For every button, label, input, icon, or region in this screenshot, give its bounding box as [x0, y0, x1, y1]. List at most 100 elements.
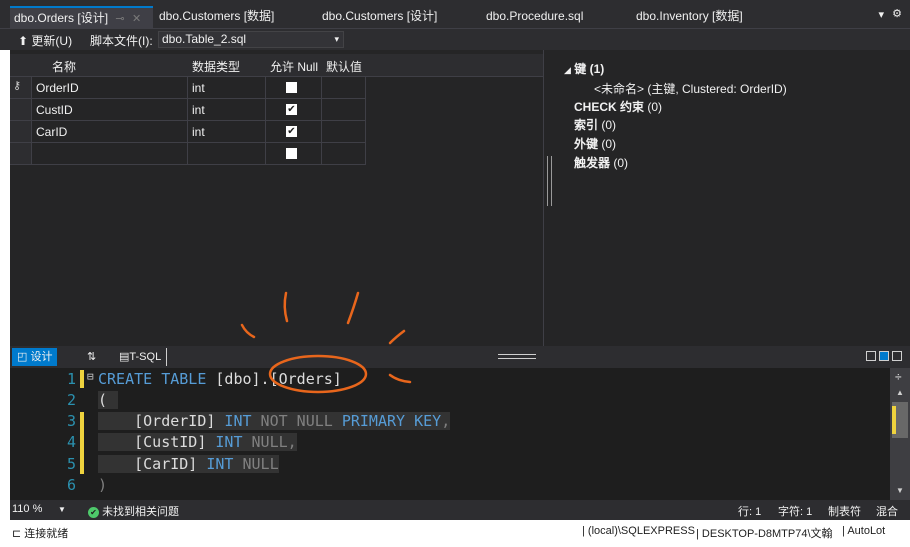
comma: ,	[287, 433, 297, 451]
index-count: (0)	[601, 118, 617, 132]
indexes-node[interactable]: 索引 (0)	[574, 116, 616, 133]
keys-node[interactable]: ◢ 键 (1)	[564, 60, 604, 77]
tsql-editor[interactable]: 1 2 3 4 5 6 ⊟ CREATE TABLE [dbo].[Orders…	[10, 368, 890, 500]
trigger-count: (0)	[613, 156, 629, 170]
keys-label: 键 (1)	[574, 62, 605, 76]
machine-user: | DESKTOP-D8MTP74\文翰	[696, 528, 833, 540]
tab-inventory-data[interactable]: dbo.Inventory [数据]	[632, 6, 747, 28]
allow-null-cell[interactable]: ✔	[266, 99, 322, 121]
grid-header: 名称 数据类型 允许 Null 默认值	[10, 54, 543, 77]
annotation-ray	[388, 329, 406, 345]
column-custid: [CustID]	[134, 433, 207, 451]
table-row[interactable]	[10, 143, 366, 165]
row-selector[interactable]	[10, 121, 32, 143]
default-value-cell[interactable]	[322, 77, 366, 99]
default-value-cell[interactable]	[322, 143, 366, 165]
allow-null-checkbox[interactable]: ✔	[286, 126, 297, 137]
column-name-cell[interactable]: CustID	[32, 99, 188, 121]
column-type-cell[interactable]	[188, 143, 266, 165]
server-name: | (local)\SQLEXPRESS	[582, 525, 695, 537]
tab-tsql-pane[interactable]: ▤T-SQL	[114, 348, 168, 366]
tab-procedure-sql[interactable]: dbo.Procedure.sql	[482, 6, 587, 28]
left-margin	[0, 50, 10, 500]
editor-vertical-scrollbar[interactable]: ÷ ▲ ▼	[890, 368, 910, 500]
allow-null-checkbox[interactable]	[286, 82, 297, 93]
line-number: 2	[66, 391, 76, 409]
pin-icon[interactable]: ⊸	[115, 13, 124, 25]
column-name-cell[interactable]	[32, 143, 188, 165]
issues-indicator[interactable]: ✔ 未找到相关问题	[88, 503, 179, 519]
allow-null-cell[interactable]	[266, 143, 322, 165]
column-type-cell[interactable]: int	[188, 99, 266, 121]
tab-customers-design[interactable]: dbo.Customers [设计]	[318, 6, 441, 28]
foreign-keys-node[interactable]: 外键 (0)	[574, 135, 616, 152]
row-selector[interactable]	[10, 143, 32, 165]
column-type-cell[interactable]: int	[188, 121, 266, 143]
header-default: 默认值	[326, 60, 363, 74]
sql-file-icon: ▤	[119, 351, 130, 363]
pane-tab-bar: ◰ 设计 ⇅ ▤T-SQL	[10, 346, 910, 368]
triggers-node[interactable]: 触发器 (0)	[574, 154, 628, 171]
allow-null-cell[interactable]: ✔	[266, 121, 322, 143]
script-file-select[interactable]: dbo.Table_2.sql ▾	[158, 31, 344, 48]
column-orderid: [OrderID]	[134, 412, 216, 430]
column-name-cell[interactable]: OrderID	[32, 77, 188, 99]
row-selector[interactable]: ⚷	[10, 77, 32, 99]
row-selector[interactable]	[10, 99, 32, 121]
zoom-dropdown-icon[interactable]: ▼	[58, 505, 66, 514]
allow-null-checkbox[interactable]: ✔	[286, 104, 297, 115]
split-editor-icon[interactable]: ÷	[895, 370, 902, 384]
split-vertical-icon[interactable]	[866, 351, 876, 361]
panel-splitter-handle[interactable]	[547, 156, 552, 206]
line-ending-indicator[interactable]: 混合	[876, 503, 898, 519]
split-horizontal-icon[interactable]	[879, 351, 889, 361]
tab-orders-design[interactable]: dbo.Orders [设计] ⊸ ✕	[10, 6, 153, 28]
type-int: INT	[197, 455, 234, 473]
line-indicator: 行: 1	[738, 506, 762, 518]
annotation-ray	[283, 291, 289, 323]
not-null-keyword: NOT NULL	[251, 412, 333, 430]
primary-key-entry[interactable]: <未命名> (主键, Clustered: OrderID)	[594, 80, 787, 97]
default-value-cell[interactable]	[322, 121, 366, 143]
line-number: 3	[66, 412, 76, 430]
designer-toolbar: ⬆ 更新(U) 脚本文件(I): dbo.Table_2.sql ▾	[0, 28, 910, 51]
fk-label: 外键	[574, 137, 599, 151]
allow-null-cell[interactable]	[266, 77, 322, 99]
default-value-cell[interactable]	[322, 99, 366, 121]
tab-list-dropdown-icon[interactable]: ▾	[878, 8, 884, 21]
scroll-up-icon[interactable]: ▲	[896, 388, 904, 397]
zoom-level[interactable]: 110 %	[12, 503, 42, 515]
header-name: 名称	[52, 60, 77, 74]
closing-paren: )	[98, 476, 108, 494]
design-tab-label: 设计	[30, 351, 53, 363]
scroll-down-icon[interactable]: ▼	[896, 486, 904, 495]
tab-mode-indicator[interactable]: 制表符	[828, 503, 861, 519]
allow-null-checkbox[interactable]	[286, 148, 297, 159]
pane-resize-handle[interactable]	[498, 354, 536, 359]
type-int: INT	[206, 433, 243, 451]
gear-icon[interactable]: ⚙	[892, 7, 902, 20]
tab-design-pane[interactable]: ◰ 设计	[12, 348, 58, 366]
null-keyword: NULL	[233, 455, 279, 473]
close-icon[interactable]: ✕	[132, 13, 141, 25]
check-constraints-node[interactable]: CHECK 约束 (0)	[574, 98, 662, 115]
database-name-text: AutoLot	[847, 525, 886, 537]
trigger-label: 触发器	[574, 156, 611, 170]
table-row[interactable]: CustID int ✔	[10, 99, 366, 121]
window-status-bar: ⊏ 连接就绪 | (local)\SQLEXPRESS | DESKTOP-D8…	[0, 520, 910, 547]
tab-customers-data[interactable]: dbo.Customers [数据]	[155, 6, 278, 28]
code-line-6: )	[98, 476, 107, 494]
update-button[interactable]: ⬆ 更新(U)	[18, 32, 72, 49]
collapse-pane-icon[interactable]	[892, 351, 902, 361]
table-row[interactable]: ⚷ OrderID int	[10, 77, 366, 99]
column-type-cell[interactable]: int	[188, 77, 266, 99]
collapse-toggle-icon[interactable]: ⊟	[87, 370, 94, 383]
type-int: INT	[215, 412, 252, 430]
check-count: (0)	[647, 100, 663, 114]
tab-label: dbo.Orders [设计]	[14, 11, 109, 25]
fk-count: (0)	[601, 137, 617, 151]
table-row[interactable]: CarID int ✔	[10, 121, 366, 143]
machine-user-text: DESKTOP-D8MTP74\文翰	[701, 528, 833, 540]
column-name-cell[interactable]: CarID	[32, 121, 188, 143]
tab-swap-panes[interactable]: ⇅	[82, 348, 101, 366]
